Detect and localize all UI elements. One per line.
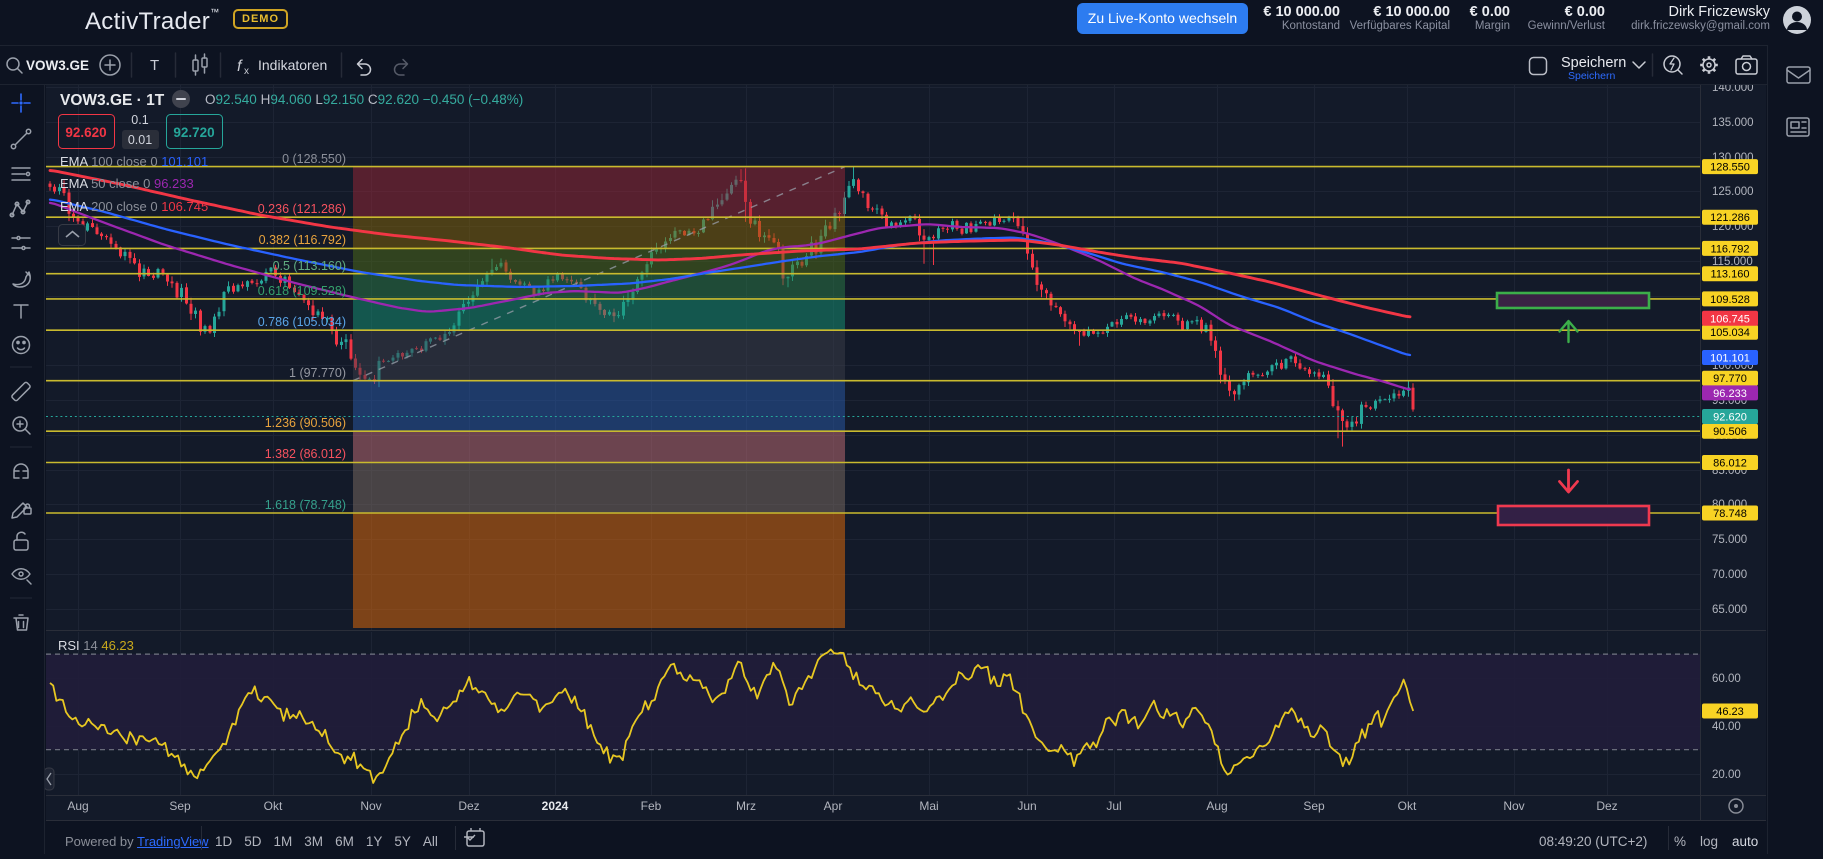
svg-text:60.00: 60.00 [1712, 673, 1741, 685]
svg-text:Nov: Nov [360, 799, 381, 813]
svg-text:1.236 (90.506): 1.236 (90.506) [265, 416, 346, 430]
svg-text:2024: 2024 [542, 799, 569, 813]
svg-text:135.000: 135.000 [1712, 117, 1754, 129]
svg-text:Aug: Aug [1206, 799, 1227, 813]
svg-text:128.550: 128.550 [1710, 162, 1750, 174]
svg-text:40.00: 40.00 [1712, 721, 1741, 733]
svg-text:Sep: Sep [169, 799, 191, 813]
svg-text:O92.540 H94.060 L92.150 C92.62: O92.540 H94.060 L92.150 C92.620 −0.450 (… [205, 92, 523, 107]
svg-text:Dez: Dez [1596, 799, 1617, 813]
svg-text:RSI 14 46.23: RSI 14 46.23 [58, 638, 134, 653]
svg-text:0.236 (121.286): 0.236 (121.286) [258, 202, 346, 216]
svg-text:1.382 (86.012): 1.382 (86.012) [265, 447, 346, 461]
svg-text:113.160: 113.160 [1711, 269, 1750, 281]
svg-text:0.5 (113.160): 0.5 (113.160) [273, 259, 346, 273]
svg-text:1 (97.770): 1 (97.770) [289, 366, 346, 380]
svg-text:0.1: 0.1 [131, 113, 148, 127]
svg-text:0.618 (109.528): 0.618 (109.528) [258, 284, 346, 298]
svg-text:Feb: Feb [641, 799, 662, 813]
svg-text:46.23: 46.23 [1716, 706, 1744, 718]
svg-text:f: f [237, 58, 243, 75]
svg-text:Jun: Jun [1017, 799, 1036, 813]
svg-text:Aug: Aug [67, 799, 88, 813]
svg-text:109.528: 109.528 [1710, 294, 1750, 306]
svg-text:EMA 200 close 0 106.745: EMA 200 close 0 106.745 [60, 199, 208, 214]
svg-text:VOW3.GE: VOW3.GE [26, 58, 89, 73]
svg-text:Okt: Okt [1398, 799, 1417, 813]
svg-text:Jul: Jul [1106, 799, 1121, 813]
svg-text:20.00: 20.00 [1712, 769, 1741, 781]
svg-text:96.233: 96.233 [1713, 388, 1747, 400]
svg-text:EMA 100 close 0 101.101: EMA 100 close 0 101.101 [60, 154, 208, 169]
svg-text:EMA 50 close 0 96.233: EMA 50 close 0 96.233 [60, 176, 194, 191]
svg-text:Mai: Mai [919, 799, 938, 813]
svg-text:65.000: 65.000 [1712, 604, 1747, 616]
svg-text:0.786 (105.034): 0.786 (105.034) [258, 315, 346, 329]
svg-text:70.000: 70.000 [1712, 569, 1747, 581]
svg-text:VOW3.GE · 1T: VOW3.GE · 1T [60, 92, 165, 109]
svg-text:92.720: 92.720 [173, 125, 214, 140]
svg-text:Nov: Nov [1503, 799, 1524, 813]
svg-text:92.620: 92.620 [65, 125, 106, 140]
svg-text:90.506: 90.506 [1713, 426, 1747, 438]
svg-text:86.012: 86.012 [1713, 458, 1747, 470]
svg-text:116.792: 116.792 [1711, 243, 1750, 255]
svg-text:105.034: 105.034 [1710, 327, 1750, 339]
svg-text:x: x [244, 66, 249, 77]
svg-text:Dez: Dez [458, 799, 479, 813]
svg-text:T: T [150, 57, 159, 74]
svg-text:75.000: 75.000 [1712, 534, 1747, 546]
svg-text:Sep: Sep [1303, 799, 1325, 813]
svg-text:Okt: Okt [264, 799, 283, 813]
svg-text:121.286: 121.286 [1710, 212, 1750, 224]
svg-text:0.01: 0.01 [128, 133, 152, 147]
svg-text:125.000: 125.000 [1712, 186, 1754, 198]
svg-text:1.618 (78.748): 1.618 (78.748) [265, 498, 346, 512]
svg-text:Apr: Apr [824, 799, 843, 813]
svg-text:78.748: 78.748 [1713, 508, 1747, 520]
svg-text:Indikatoren: Indikatoren [258, 57, 327, 73]
svg-text:Mrz: Mrz [736, 799, 756, 813]
svg-text:0.382 (116.792): 0.382 (116.792) [259, 233, 346, 247]
svg-text:92.620: 92.620 [1713, 412, 1747, 424]
svg-text:0 (128.550): 0 (128.550) [282, 152, 346, 166]
svg-text:106.745: 106.745 [1710, 313, 1750, 325]
svg-text:101.101: 101.101 [1710, 353, 1750, 365]
svg-text:97.770: 97.770 [1713, 373, 1747, 385]
